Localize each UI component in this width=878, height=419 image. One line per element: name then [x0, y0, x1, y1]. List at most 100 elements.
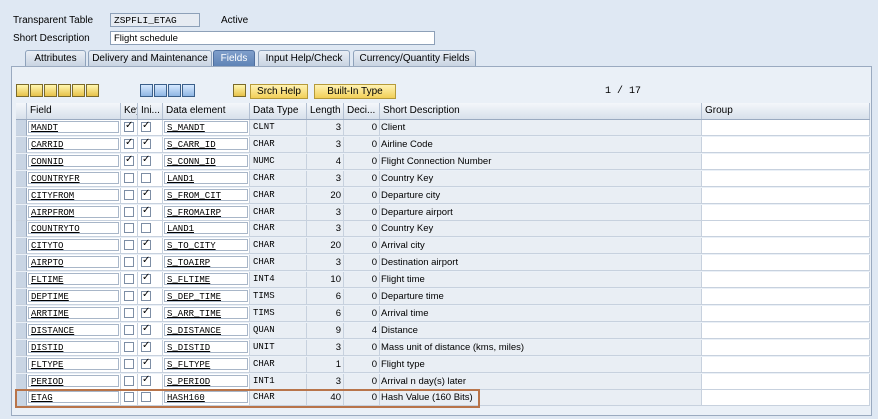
field-name[interactable]: MANDT	[28, 121, 119, 133]
data-element-cell[interactable]: S_TOAIRP	[163, 255, 250, 272]
paste-icon[interactable]	[44, 84, 57, 97]
field-name-cell[interactable]: COUNTRYTO	[27, 221, 121, 238]
field-name-cell[interactable]: CARRID	[27, 136, 121, 153]
field-name[interactable]: DEPTIME	[28, 290, 119, 302]
table-row[interactable]: FLTYPE S_FLTYPECHAR10Flight type	[16, 356, 870, 374]
field-name-cell[interactable]: AIRPFROM	[27, 204, 121, 221]
data-element-cell[interactable]: S_PERIOD	[163, 373, 250, 390]
col-header-short-description[interactable]: Short Description	[380, 103, 702, 119]
field-name-cell[interactable]: DEPTIME	[27, 289, 121, 305]
col-header-data-type[interactable]: Data Type	[250, 103, 307, 119]
group[interactable]	[702, 373, 870, 390]
field-name-cell[interactable]: ARRTIME	[27, 305, 121, 322]
group[interactable]	[702, 120, 870, 136]
key-checkbox[interactable]	[124, 324, 134, 335]
initial-values-checkbox[interactable]	[141, 120, 151, 132]
col-header-field[interactable]: Field	[27, 103, 121, 119]
field-name-cell[interactable]: MANDT	[27, 120, 121, 136]
group[interactable]	[702, 187, 870, 204]
field-name[interactable]: CITYTO	[28, 239, 119, 252]
data-element[interactable]: S_TOAIRP	[164, 256, 248, 269]
initial-values-checkbox[interactable]	[141, 137, 151, 149]
table-row[interactable]: MANDT S_MANDTCLNT30Client	[16, 120, 870, 137]
group[interactable]	[702, 322, 870, 339]
field-name-cell[interactable]: FLTYPE	[27, 356, 121, 373]
group[interactable]	[702, 356, 870, 373]
field-name[interactable]: CITYFROM	[28, 188, 119, 201]
sort-down-icon[interactable]	[140, 84, 153, 97]
field-name[interactable]: ETAG	[28, 391, 119, 404]
field-name-cell[interactable]: CONNID	[27, 153, 121, 170]
table-row[interactable]: DISTID S_DISTIDUNIT30Mass unit of distanc…	[16, 339, 870, 357]
data-element[interactable]: S_FROMAIRP	[164, 205, 248, 218]
data-element-cell[interactable]: S_FLTYPE	[163, 356, 250, 373]
field-name-cell[interactable]: CITYTO	[27, 238, 121, 255]
field-name[interactable]: CONNID	[28, 154, 119, 167]
data-element-cell[interactable]: S_FROMAIRP	[163, 204, 250, 221]
field-name[interactable]: COUNTRYTO	[28, 222, 119, 235]
row-selector[interactable]	[16, 373, 27, 390]
data-element-cell[interactable]: S_FROM_CIT	[163, 187, 250, 204]
row-selector[interactable]	[16, 120, 27, 136]
row-selector[interactable]	[16, 339, 27, 356]
data-element-cell[interactable]: S_DEP_TIME	[163, 289, 250, 305]
initial-values-checkbox[interactable]	[141, 374, 151, 386]
data-element[interactable]: S_DEP_TIME	[164, 290, 248, 302]
srch-help-button[interactable]: Srch Help	[250, 84, 308, 99]
table-row[interactable]: AIRPTO S_TOAIRPCHAR30Destination airport	[16, 255, 870, 272]
tab-delivery-maintenance[interactable]: Delivery and Maintenance	[88, 50, 212, 66]
field-name-cell[interactable]: FLTIME	[27, 272, 121, 289]
key-checkbox[interactable]	[124, 189, 134, 200]
group[interactable]	[702, 221, 870, 238]
field-name-cell[interactable]: DISTID	[27, 339, 121, 356]
initial-values-checkbox[interactable]	[141, 172, 151, 183]
field-name[interactable]: COUNTRYFR	[28, 171, 119, 184]
initial-values-checkbox[interactable]	[141, 205, 151, 217]
row-selector[interactable]	[16, 272, 27, 289]
short-desc-field[interactable]: Flight schedule	[110, 31, 435, 45]
field-name-cell[interactable]: PERIOD	[27, 373, 121, 390]
group[interactable]	[702, 170, 870, 187]
key-checkbox[interactable]	[124, 392, 134, 403]
table-row[interactable]: DEPTIME S_DEP_TIMETIMS60Departure time	[16, 289, 870, 306]
copy-icon[interactable]	[30, 84, 43, 97]
data-element[interactable]: S_PERIOD	[164, 374, 248, 387]
table-row[interactable]: CONNID S_CONN_IDNUMC40Flight Connection N…	[16, 153, 870, 171]
tab-fields[interactable]: Fields	[213, 50, 255, 66]
table-row[interactable]: COUNTRYTO LAND1 CHAR 3 0 Country Key	[16, 221, 870, 238]
col-header-data-element[interactable]: Data element	[163, 103, 250, 119]
initial-values-checkbox[interactable]	[141, 306, 151, 318]
data-element[interactable]: S_DISTID	[164, 340, 248, 353]
group[interactable]	[702, 255, 870, 272]
initial-values-checkbox[interactable]	[141, 188, 151, 200]
group[interactable]	[702, 204, 870, 221]
table-row[interactable]: CITYTO S_TO_CITYCHAR200Arrival city	[16, 238, 870, 255]
data-element-cell[interactable]: S_MANDT	[163, 120, 250, 136]
col-header-length[interactable]: Length	[307, 103, 344, 119]
row-selector[interactable]	[16, 305, 27, 322]
data-element-cell[interactable]: S_ARR_TIME	[163, 305, 250, 322]
key-checkbox[interactable]	[124, 223, 134, 234]
search-help-icon[interactable]	[233, 84, 246, 97]
table-row[interactable]: AIRPFROM S_FROMAIRPCHAR30Departure airpor…	[16, 204, 870, 222]
table-row[interactable]: FLTIME S_FLTIMEINT4100Flight time	[16, 272, 870, 289]
row-selector[interactable]	[16, 153, 27, 170]
data-element[interactable]: S_ARR_TIME	[164, 306, 248, 319]
field-name-cell[interactable]: AIRPTO	[27, 255, 121, 272]
append-row-icon[interactable]	[86, 84, 99, 97]
select-all-icon[interactable]	[168, 84, 181, 97]
group[interactable]	[702, 390, 870, 407]
row-selector[interactable]	[16, 204, 27, 221]
group[interactable]	[702, 289, 870, 305]
tab-attributes[interactable]: Attributes	[25, 50, 86, 66]
field-name[interactable]: AIRPFROM	[28, 205, 119, 218]
insert-row-icon[interactable]	[58, 84, 71, 97]
field-name[interactable]: CARRID	[28, 137, 119, 150]
table-row[interactable]: COUNTRYFR LAND1 CHAR 3 0 Country Key	[16, 170, 870, 188]
field-name[interactable]: ARRTIME	[28, 306, 119, 319]
built-in-type-button[interactable]: Built-In Type	[314, 84, 396, 99]
initial-values-checkbox[interactable]	[141, 272, 151, 285]
table-row[interactable]: CITYFROM S_FROM_CITCHAR200Departure city	[16, 187, 870, 205]
field-name-cell[interactable]: CITYFROM	[27, 187, 121, 204]
row-selector[interactable]	[16, 221, 27, 238]
